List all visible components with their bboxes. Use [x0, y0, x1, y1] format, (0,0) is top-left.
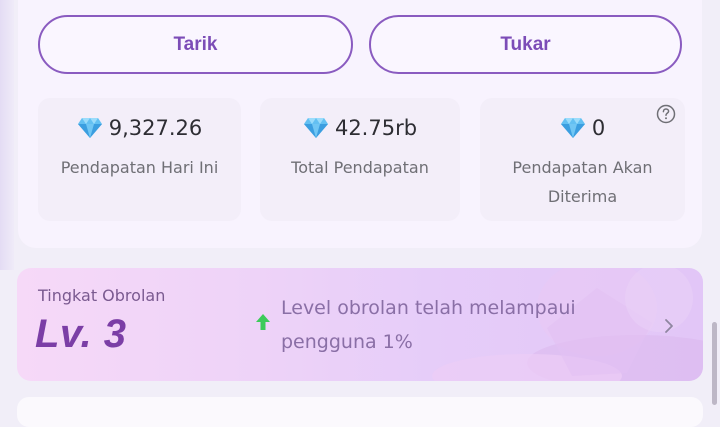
stat-label: Total Pendapatan [291, 158, 429, 177]
stat-total-earnings: 42.75rb Total Pendapatan [260, 98, 460, 221]
stat-today-earnings: 9,327.26 Pendapatan Hari Ini [38, 98, 241, 221]
question-circle-icon[interactable] [656, 104, 676, 124]
diamond-icon [303, 118, 328, 138]
stat-value: 42.75rb [334, 116, 418, 140]
stat-value: 9,327.26 [108, 116, 203, 140]
stat-value: 0 [591, 116, 606, 140]
chat-level-card[interactable]: Tingkat Obrolan Lv. 3 Level obrolan tela… [17, 268, 703, 381]
diamond-icon [560, 118, 585, 138]
chevron-right-icon[interactable] [663, 318, 675, 334]
chat-level-value: Lv. 3 [35, 312, 127, 356]
stat-pending-earnings: 0 Pendapatan Akan Diterima [480, 98, 685, 221]
stat-label: Pendapatan Hari Ini [60, 158, 219, 177]
up-arrow-icon [256, 314, 270, 330]
stat-label: Pendapatan Akan Diterima [512, 158, 653, 206]
chat-level-title: Tingkat Obrolan [38, 286, 166, 305]
scrollbar[interactable] [712, 322, 717, 405]
next-section-card [17, 397, 703, 427]
chat-level-description: Level obrolan telah melampaui pengguna 1… [281, 297, 576, 353]
exchange-button[interactable]: Tukar [369, 15, 682, 74]
withdraw-button[interactable]: Tarik [38, 15, 353, 74]
background-edge [0, 0, 14, 270]
diamond-icon [77, 118, 102, 138]
